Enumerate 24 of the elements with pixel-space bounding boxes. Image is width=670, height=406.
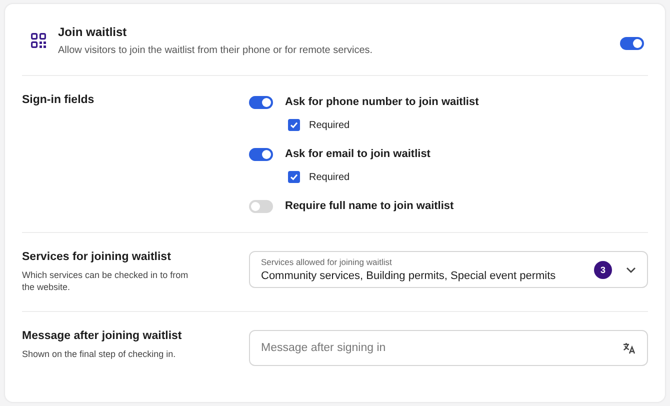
option-label: Ask for email to join waitlist xyxy=(285,148,430,160)
checkbox[interactable] xyxy=(288,171,300,183)
section-title: Message after joining waitlist xyxy=(22,330,183,342)
section-description: Allow visitors to join the waitlist from their phone or for remote services. xyxy=(58,45,374,56)
toggle-switch[interactable] xyxy=(620,37,644,50)
toggle-switch[interactable] xyxy=(249,148,273,160)
toggle-switch[interactable] xyxy=(249,200,273,212)
checkbox-label: Required xyxy=(309,172,350,182)
translate-icon xyxy=(623,343,635,354)
checkbox-label: Required xyxy=(309,120,350,130)
option-label: Ask for phone number to join waitlist xyxy=(285,96,479,108)
section-description: Shown on the final step of checking in. xyxy=(22,348,177,360)
qr-code-icon xyxy=(31,33,46,48)
chevron-down-icon xyxy=(626,266,636,272)
section-title: Sign-in fields xyxy=(22,94,96,106)
section-title: Services for joining waitlist xyxy=(22,251,172,263)
section-title: Join waitlist xyxy=(58,25,128,39)
services-select[interactable]: Services allowed for joining waitlist Community services, Building permits, Special event permits 3 xyxy=(249,251,648,288)
section-description: Which services can be checked in to from the website. xyxy=(22,269,190,293)
option-label: Require full name to join waitlist xyxy=(285,200,454,212)
message-field[interactable]: Message after signing in xyxy=(249,330,648,366)
checkbox[interactable] xyxy=(288,119,300,131)
toggle-switch[interactable] xyxy=(249,96,273,108)
count-badge: 3 xyxy=(594,260,612,278)
